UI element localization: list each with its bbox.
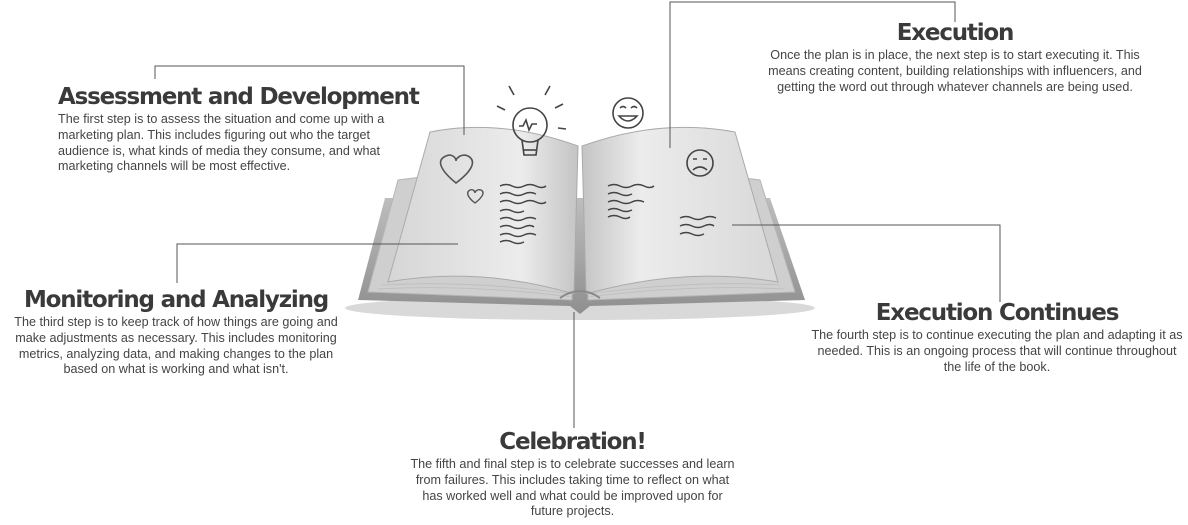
step-monitoring: Monitoring and Analyzing The third step … <box>6 287 346 378</box>
step-execution-text: Once the plan is in place, the next step… <box>768 48 1142 94</box>
step-celebration: Celebration! The fifth and final step is… <box>405 429 740 520</box>
smiley-face-icon <box>612 97 644 129</box>
step-continues: Execution Continues The fourth step is t… <box>808 300 1186 375</box>
step-celebration-title: Celebration! <box>499 429 647 455</box>
step-continues-title: Execution Continues <box>875 300 1120 326</box>
step-assessment-title: Assessment and Development <box>58 84 420 110</box>
step-celebration-text: The fifth and final step is to celebrate… <box>410 457 735 519</box>
step-monitoring-title: Monitoring and Analyzing <box>23 287 329 313</box>
step-assessment-text: The first step is to assess the situatio… <box>58 112 385 174</box>
step-execution-title: Execution <box>896 20 1015 46</box>
step-assessment: Assessment and Development The first ste… <box>58 84 438 175</box>
step-execution: Execution Once the plan is in place, the… <box>765 20 1145 95</box>
step-monitoring-text: The third step is to keep track of how t… <box>14 315 338 377</box>
right-page <box>581 126 779 295</box>
step-continues-text: The fourth step is to continue executing… <box>811 328 1183 374</box>
